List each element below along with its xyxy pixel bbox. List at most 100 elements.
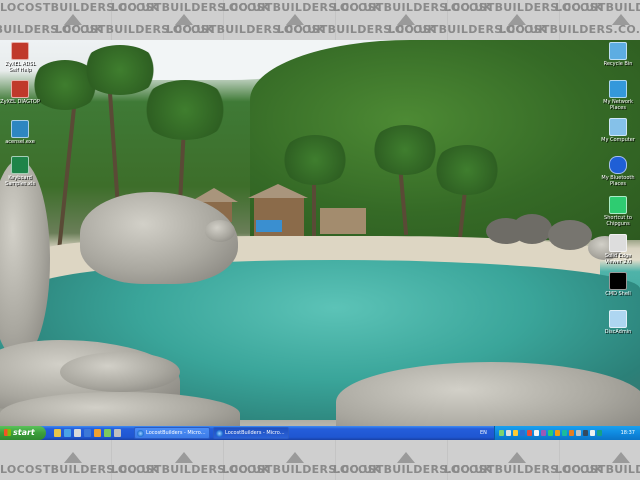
watermark-logo-icon	[284, 452, 308, 464]
watermark-logo-icon	[284, 14, 308, 26]
desktop-icon-keyboard-samples[interactable]: Keyboard Samples.xls	[0, 156, 40, 187]
watermark-logo-icon	[62, 14, 86, 26]
watermark-text: LOCOSTBUILDERS.CO.UK	[222, 463, 382, 476]
desktop-icon-network-places[interactable]: My Network Places	[598, 80, 638, 111]
wallpaper-frond	[80, 45, 160, 95]
watermark-logo-icon	[506, 14, 530, 26]
recycle-bin-icon	[609, 42, 627, 60]
desktop-icon-discadmin[interactable]: DiscAdmin	[598, 310, 638, 335]
taskbar-button-browser-active[interactable]: LocostBuilders - Micro...	[213, 427, 289, 439]
quick-launch-ie-icon[interactable]	[64, 429, 71, 437]
tray-app-icon[interactable]	[506, 430, 511, 436]
watermark-row: LOCOSTBUILDERS.CO.UKLOCOSTBUILDERS.CO.UK…	[0, 463, 640, 476]
tray-app-icon[interactable]	[513, 430, 518, 436]
wallpaper-tarp	[256, 220, 282, 232]
watermark-band-bottom: LOCOSTBUILDERS.CO.UKLOCOSTBUILDERS.CO.UK…	[0, 440, 640, 480]
watermark-logo-icon	[610, 14, 634, 26]
start-label: start	[13, 428, 35, 437]
network-router-icon	[11, 80, 29, 98]
command-prompt-icon	[609, 272, 627, 290]
tray-app-icon[interactable]	[555, 430, 560, 436]
tray-app-icon[interactable]	[583, 430, 588, 436]
application-icon	[11, 120, 29, 138]
watermark-text: LOCOSTBUILDERS.CO.UK	[444, 463, 604, 476]
desktop-icon-zyxel-self-help[interactable]: ZyXEL ADSL Self Help	[0, 42, 40, 73]
watermark-text: LOCOSTBUILDERS.CO.UK	[0, 463, 160, 476]
watermark-logo-icon	[395, 14, 419, 26]
desktop-icon-my-computer[interactable]: My Computer	[598, 118, 638, 143]
quick-launch-mail-icon[interactable]	[84, 429, 91, 437]
wallpaper-frond	[140, 80, 230, 140]
desktop-icon-label: My Bluetooth Places	[601, 175, 635, 187]
tray-app-icon[interactable]	[527, 430, 532, 436]
tray-app-icon[interactable]	[541, 430, 546, 436]
tray-bluetooth-icon[interactable]	[520, 430, 525, 436]
watermark-band-top: LOCOSTBUILDERS.CO.UKLOCOSTBUILDERS.CO.UK…	[0, 0, 640, 40]
wallpaper-rock	[512, 214, 552, 244]
watermark-text: LOCOSTBUILDERS.CO.UK	[333, 1, 493, 14]
quick-launch-app-icon[interactable]	[104, 429, 111, 437]
desktop-icon-cmd-shell[interactable]: CMD Shell	[598, 272, 638, 297]
quick-launch-desktop-icon[interactable]	[54, 429, 61, 437]
desktop-icon-label: ZyXEL ADSL Self Help	[4, 61, 36, 73]
tray-app-icon[interactable]	[562, 430, 567, 436]
desktop-icon-recycle-bin[interactable]: Recycle Bin	[598, 42, 638, 67]
watermark-logo-icon	[506, 452, 530, 464]
tray-volume-icon[interactable]	[590, 430, 595, 436]
quick-launch-explorer-icon[interactable]	[74, 429, 81, 437]
start-button[interactable]: start	[0, 426, 46, 440]
network-places-icon	[609, 80, 627, 98]
viewer-icon	[609, 234, 627, 252]
desktop-icon-label: Shortcut to Chipguns	[604, 215, 632, 227]
wallpaper-frond	[370, 125, 440, 175]
quick-launch-app-icon[interactable]	[114, 429, 121, 437]
desktop-icon-bluetooth-places[interactable]: My Bluetooth Places	[598, 156, 638, 187]
watermark-text: LOCOSTBUILDERS.CO.UK	[555, 1, 640, 14]
watermark-text: LOCOSTBUILDERS.CO.UK	[0, 1, 160, 14]
tray-app-icon[interactable]	[534, 430, 539, 436]
wallpaper-rock	[205, 220, 235, 242]
computer-icon	[609, 118, 627, 136]
tray-network-icon[interactable]	[548, 430, 553, 436]
wallpaper-rock	[548, 220, 592, 250]
watermark-text: LOCOSTBUILDERS.CO.UK	[0, 23, 104, 36]
internet-explorer-icon	[216, 430, 223, 437]
bluetooth-icon	[609, 156, 627, 174]
taskbar-button-label: LocostBuilders - Micro...	[225, 430, 285, 436]
watermark-logo-icon	[610, 452, 634, 464]
desktop[interactable]: ZyXEL ADSL Self Help ZyXEL DIAGTOP acens…	[0, 40, 640, 426]
taskbar-clock[interactable]: 18:37	[621, 426, 635, 440]
desktop-icon-label: Keyboard Samples.xls	[5, 175, 35, 187]
tray-app-icon[interactable]	[597, 430, 602, 436]
desktop-icon-zyxel-diagtop[interactable]: ZyXEL DIAGTOP	[0, 80, 40, 105]
tray-app-icon[interactable]	[576, 430, 581, 436]
wallpaper-hut	[320, 208, 366, 234]
watermark-text: LOCOSTBUILDERS.CO.UK	[111, 463, 271, 476]
watermark-logo-icon	[62, 452, 86, 464]
desktop-icon-solid-edge-viewer[interactable]: Solid Edge Viewer 2.0	[598, 234, 638, 265]
watermark-logo-icon	[395, 452, 419, 464]
watermark-text: LOCOSTBUILDERS.CO.UK	[222, 1, 382, 14]
internet-explorer-icon	[137, 430, 144, 437]
watermark-text: LOCOSTBUILDERS.CO.UK	[111, 1, 271, 14]
desktop-icon-label: DiscAdmin	[604, 329, 632, 335]
wallpaper-frond	[280, 135, 350, 185]
taskbar-button-browser[interactable]: LocostBuilders - Micro...	[134, 427, 210, 439]
tray-app-icon[interactable]	[499, 430, 504, 436]
desktop-icon-label: CMD Shell	[605, 291, 631, 297]
desktop-icon-label: Recycle Bin	[603, 61, 633, 67]
desktop-icon-acensel[interactable]: acensel.exe	[0, 120, 40, 145]
watermark-row: LOCOSTBUILDERS.CO.UKLOCOSTBUILDERS.CO.UK…	[0, 1, 640, 14]
watermark-logo-icon	[173, 452, 197, 464]
watermark-text: LOCOSTBUILDERS.CO.UK	[333, 463, 493, 476]
quick-launch-media-icon[interactable]	[94, 429, 101, 437]
system-tray: 18:37	[494, 426, 640, 440]
desktop-icon-chipguns[interactable]: Shortcut to Chipguns	[598, 196, 638, 227]
disc-icon	[609, 310, 627, 328]
wallpaper-frond	[432, 145, 502, 195]
wallpaper-hut-roof	[248, 184, 308, 198]
watermark-text: LOCOSTBUILDERS.CO.UK	[444, 1, 604, 14]
tray-app-icon[interactable]	[569, 430, 574, 436]
language-indicator[interactable]: EN	[480, 426, 487, 440]
desktop-icon-label: Solid Edge Viewer 2.0	[604, 253, 632, 265]
